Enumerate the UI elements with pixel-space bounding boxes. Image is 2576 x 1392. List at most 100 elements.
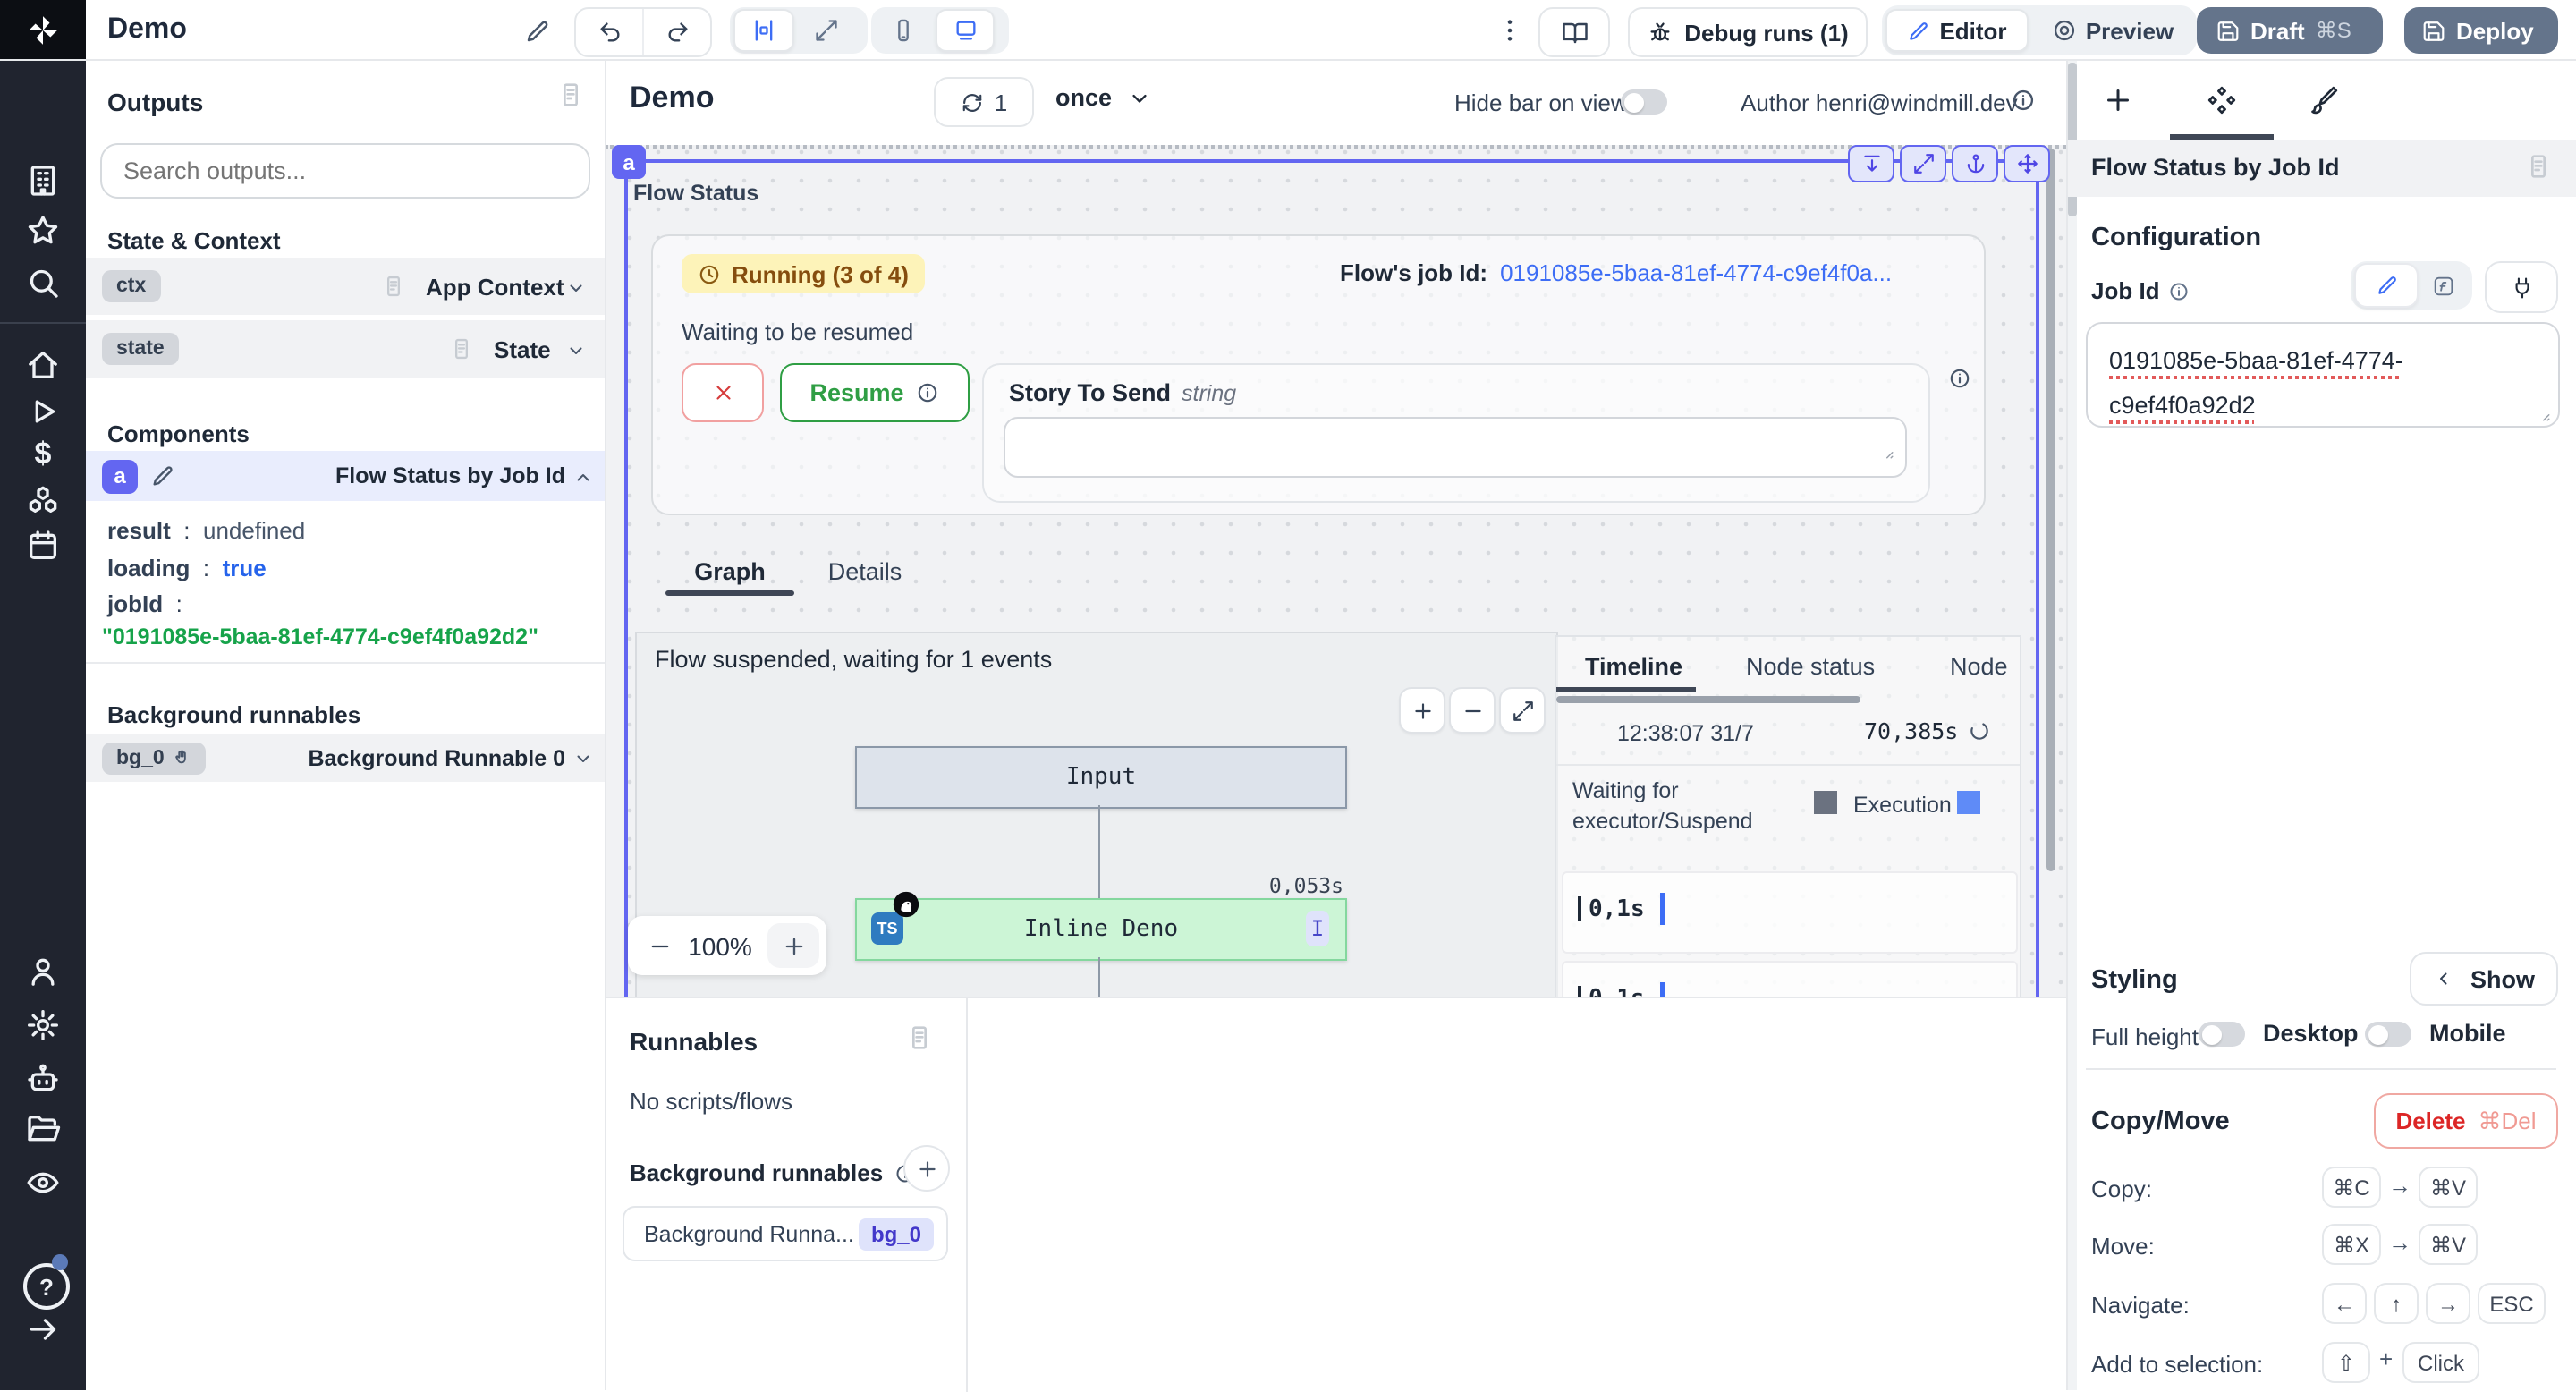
audit-eye-icon[interactable] (25, 1165, 61, 1201)
runnables-doc-icon[interactable] (905, 1023, 934, 1052)
tab-node-def[interactable]: Node (1950, 653, 2008, 680)
legend-execution-label: Execution (1853, 793, 1952, 818)
bg-chevron-down-icon[interactable] (572, 748, 594, 769)
deploy-button[interactable]: Deploy (2404, 7, 2558, 54)
draft-button[interactable]: Draft ⌘S (2197, 7, 2383, 54)
rename-pencil-icon[interactable] (515, 9, 558, 52)
expand-down-button[interactable] (1848, 145, 1894, 182)
component-settings-tab[interactable] (2206, 84, 2238, 116)
canvas-column: Demo 1 once Hide bar on view Author henr… (605, 59, 2066, 1390)
graph-fit-button[interactable] (1499, 687, 1546, 734)
hide-bar-toggle[interactable] (1621, 89, 1667, 115)
workers-robot-icon[interactable] (25, 1061, 61, 1097)
connect-input-button[interactable] (2485, 261, 2558, 313)
job-id-textarea[interactable]: 0191085e-5baa-81ef-4774- c9ef4f0a92d2 (2086, 322, 2560, 428)
zoom-in-button[interactable] (767, 923, 819, 968)
component-pencil-icon[interactable] (150, 463, 175, 488)
job-id-info-icon[interactable] (2169, 280, 2190, 301)
full-width-layout-button[interactable] (798, 11, 853, 50)
resources-cubes-icon[interactable] (25, 483, 61, 519)
resize-handle-icon[interactable] (2535, 406, 2551, 422)
outputs-doc-icon[interactable] (556, 81, 585, 109)
help-icon[interactable]: ? (23, 1263, 70, 1310)
flow-edge-1 (1098, 805, 1100, 898)
undo-button[interactable] (576, 9, 642, 55)
ctx-chevron-down-icon[interactable] (565, 277, 587, 299)
search-outputs-input[interactable] (100, 143, 590, 199)
workspace-building-icon[interactable] (25, 163, 61, 199)
add-bg-runnable-button[interactable] (903, 1145, 950, 1192)
desktop-view-button[interactable] (936, 9, 995, 52)
save-icon (2216, 19, 2240, 42)
search-icon[interactable] (25, 265, 61, 301)
timeline-row-1[interactable]: 0,1s (1562, 871, 2018, 954)
outputs-divider (86, 662, 605, 664)
insert-component-tab[interactable] (2102, 84, 2134, 116)
flow-job-id-link[interactable]: 0191085e-5baa-81ef-4774-c9ef4f0a... (1500, 259, 1892, 286)
resume-button[interactable]: Resume (780, 363, 970, 422)
timeline-row-2[interactable]: 0,1s (1562, 961, 2018, 997)
more-menu-kebab-icon[interactable] (1490, 9, 1530, 52)
styling-tab[interactable] (2308, 84, 2340, 116)
runs-play-icon[interactable] (25, 394, 61, 429)
center-layout-button[interactable] (733, 9, 794, 52)
expand-rail-arrow-icon[interactable] (25, 1311, 61, 1347)
story-textarea[interactable] (1004, 417, 1907, 478)
favorites-star-icon[interactable] (25, 213, 61, 249)
state-row[interactable]: state State (86, 320, 605, 378)
home-icon[interactable] (25, 347, 61, 383)
zoom-out-icon[interactable] (648, 933, 673, 958)
desktop-toggle[interactable] (2365, 1022, 2411, 1047)
flow-node-input[interactable]: Input (855, 746, 1347, 809)
debug-runs-button[interactable]: Debug runs (1) (1628, 7, 1868, 57)
story-info-icon[interactable] (1948, 367, 1971, 390)
folders-icon[interactable] (25, 1111, 61, 1147)
bg-runnable-row[interactable]: bg_0 Background Runnable 0 (86, 734, 605, 782)
tab-editor[interactable]: Editor (1885, 9, 2029, 52)
ctx-row[interactable]: ctx App Context (86, 258, 605, 315)
show-styling-button[interactable]: Show (2410, 952, 2558, 1006)
windmill-logo[interactable] (0, 0, 86, 59)
tab-preview[interactable]: Preview (2032, 11, 2193, 50)
schedules-calendar-icon[interactable] (25, 528, 61, 564)
delete-shortcut: ⌘Del (2479, 1107, 2537, 1135)
resize-handle-icon[interactable] (1878, 444, 1894, 460)
redo-button[interactable] (642, 9, 710, 55)
settings-gear-icon[interactable] (25, 1007, 61, 1043)
flow-node-inline-deno[interactable]: TS Inline Deno I (855, 898, 1347, 961)
graph-zoom-out-button[interactable] (1449, 687, 1496, 734)
variables-dollar-icon[interactable]: $ (25, 437, 61, 472)
save-icon (2422, 19, 2445, 42)
schedule-dropdown[interactable]: once (1055, 84, 1151, 111)
users-person-icon[interactable] (25, 954, 61, 989)
move-component-button[interactable] (2004, 145, 2050, 182)
timeline-start-time: 12:38:07 31/7 (1617, 721, 1754, 746)
full-height-toggle[interactable] (2199, 1022, 2245, 1047)
refresh-button[interactable]: 1 (934, 77, 1034, 127)
tab-node-status[interactable]: Node status (1746, 653, 1875, 680)
cancel-button[interactable] (682, 363, 764, 422)
tab-graph[interactable]: Graph (665, 558, 794, 585)
tab-timeline[interactable]: Timeline (1585, 653, 1682, 680)
component-row-a[interactable]: a Flow Status by Job Id (86, 451, 605, 501)
delete-button[interactable]: Delete ⌘Del (2374, 1093, 2558, 1149)
component-chevron-up-icon[interactable] (572, 467, 594, 488)
state-chevron-down-icon[interactable] (565, 340, 587, 361)
settings-doc-icon[interactable] (2524, 152, 2553, 181)
move-label: Move: (2091, 1233, 2155, 1260)
jobid-value[interactable]: "0191085e-5baa-81ef-4774-c9ef4f0a92d2" (102, 624, 538, 649)
tab-details[interactable]: Details (823, 558, 907, 585)
canvas-scrollbar[interactable] (2046, 149, 2055, 871)
app-canvas[interactable]: a Flow Status Running (3 of 4) Flow's jo… (605, 145, 2066, 997)
mobile-view-button[interactable] (875, 11, 932, 50)
anchor-component-button[interactable] (1952, 145, 1998, 182)
author-info-icon[interactable] (2011, 88, 2036, 113)
timeline-tabs-scrollbar[interactable] (1556, 696, 1860, 703)
docs-button[interactable] (1538, 7, 1610, 57)
fx-input-mode-button[interactable] (2422, 265, 2465, 306)
selected-component-tag[interactable]: a (612, 145, 646, 179)
fullscreen-component-button[interactable] (1900, 145, 1946, 182)
static-input-mode-button[interactable] (2354, 263, 2419, 308)
bg-runnable-item[interactable]: Background Runna... bg_0 (623, 1206, 948, 1261)
graph-zoom-in-button[interactable] (1399, 687, 1445, 734)
